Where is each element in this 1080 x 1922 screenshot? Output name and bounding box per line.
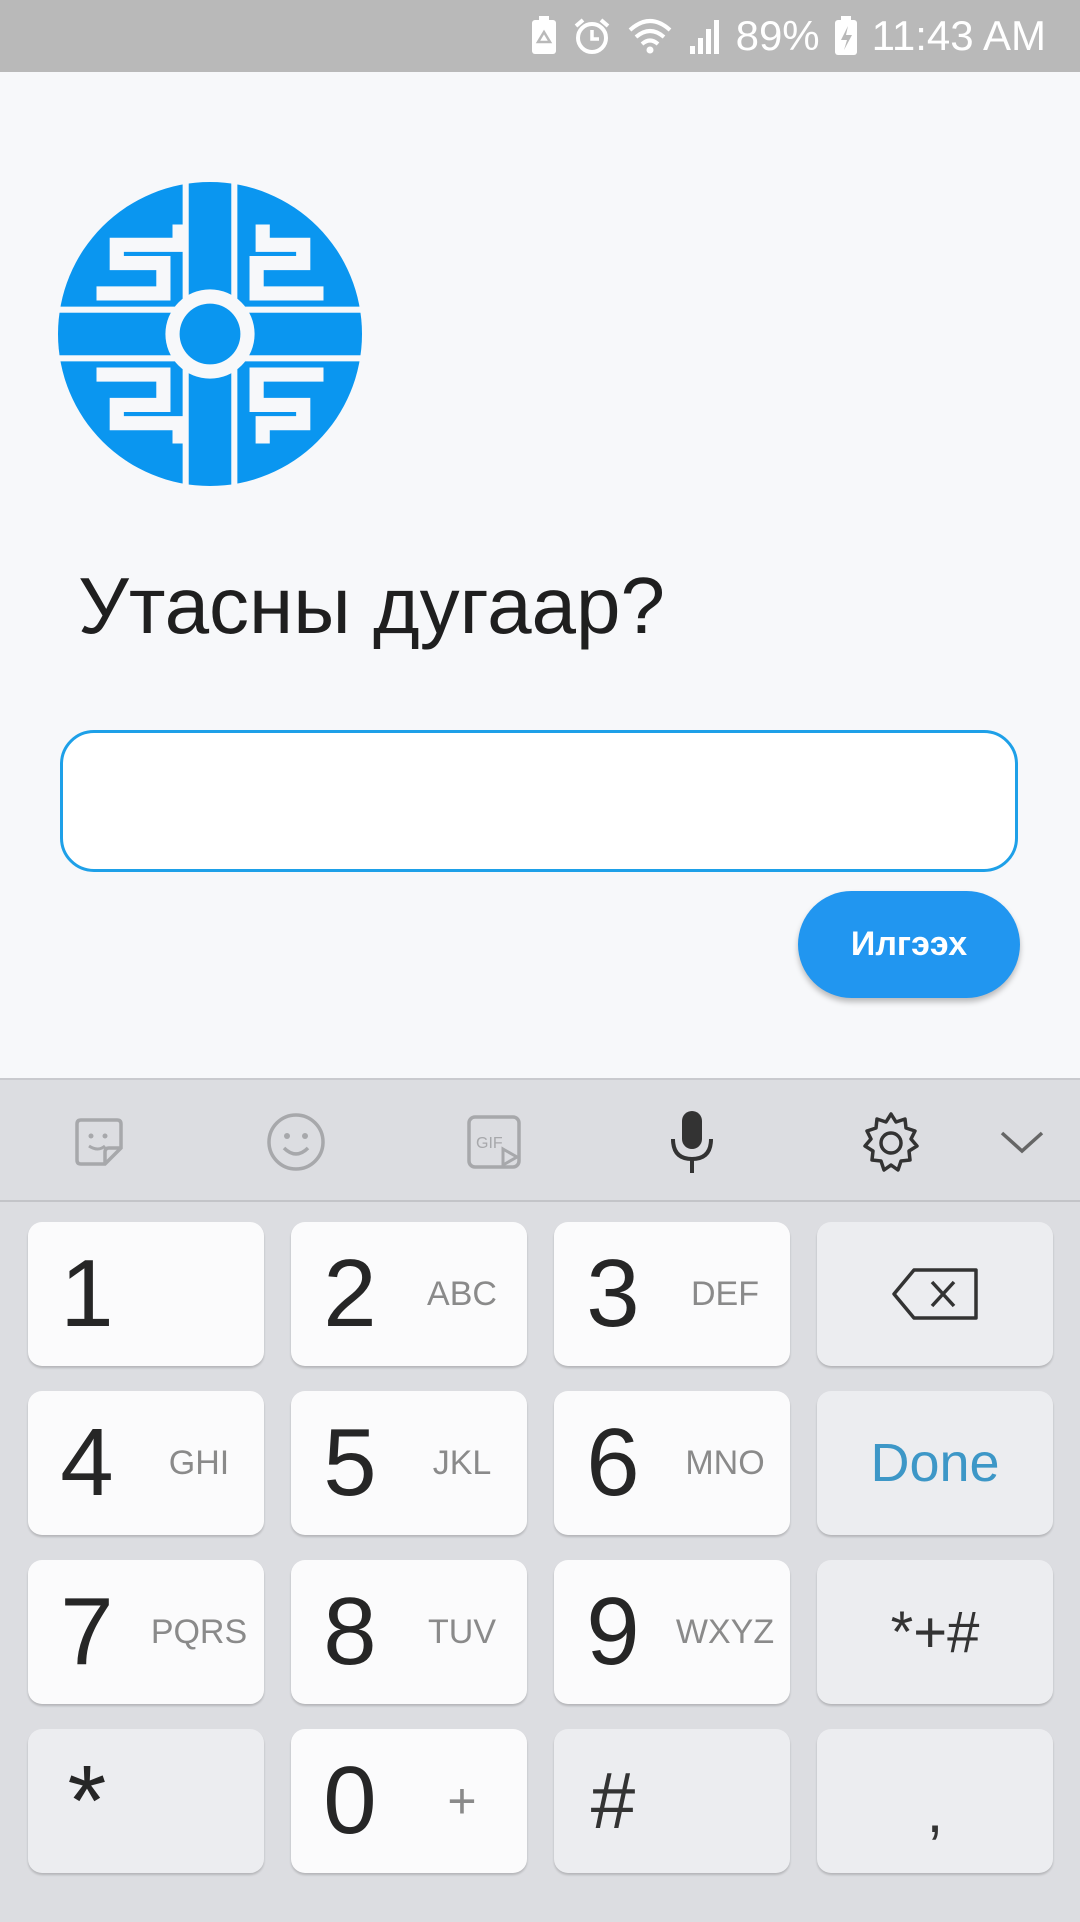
key-7[interactable]: 7 PQRS [28, 1560, 264, 1704]
key-digit: 0 [323, 1747, 377, 1854]
star-key[interactable]: * [28, 1729, 264, 1873]
key-1[interactable]: 1 [28, 1222, 264, 1366]
symbols-label: *+# [890, 1599, 980, 1665]
key-letters: JKL [432, 1443, 492, 1482]
key-9[interactable]: 9 WXYZ [554, 1560, 790, 1704]
key-letters: DEF [691, 1274, 759, 1313]
key-letters: + [447, 1773, 477, 1829]
emoji-icon[interactable] [264, 1110, 328, 1174]
page-title: Утасны дугаар? [78, 561, 666, 650]
key-digit: 4 [60, 1409, 114, 1516]
key-letters: ABC [427, 1274, 497, 1313]
keyboard-toolbar: GIF [0, 1080, 1080, 1202]
battery-charging-icon [834, 16, 858, 56]
key-8[interactable]: 8 TUV [291, 1560, 527, 1704]
key-6[interactable]: 6 MNO [554, 1391, 790, 1535]
key-letters: GHI [168, 1443, 230, 1482]
status-bar: 89% 11:43 AM [0, 0, 1080, 72]
signal-icon [688, 16, 722, 56]
key-digit: 2 [323, 1240, 377, 1347]
key-digit: 1 [60, 1240, 114, 1347]
numeric-keyboard: GIF 1 2 ABC 3 DEF 4 GHI 5 JKL 6 MNO Done… [0, 1078, 1080, 1922]
phone-number-input[interactable] [60, 730, 1018, 872]
battery-percent: 89% [735, 12, 820, 59]
sticker-icon[interactable] [67, 1110, 131, 1174]
key-digit: 7 [60, 1578, 114, 1685]
done-label: Done [870, 1433, 1000, 1493]
gif-label: GIF [476, 1135, 503, 1152]
hash-key[interactable]: # [554, 1729, 790, 1873]
alarm-icon [572, 16, 612, 56]
key-letters [146, 1222, 252, 1366]
key-digit: 5 [323, 1409, 377, 1516]
comma-label: , [926, 1777, 944, 1845]
clock: 11:43 AM [871, 12, 1046, 59]
wifi-icon [626, 16, 674, 56]
key-5[interactable]: 5 JKL [291, 1391, 527, 1535]
key-4[interactable]: 4 GHI [28, 1391, 264, 1535]
hash-label: # [590, 1756, 636, 1845]
send-button-label: Илгээх [850, 925, 968, 963]
backspace-key[interactable] [817, 1222, 1053, 1366]
key-letters: WXYZ [675, 1612, 775, 1651]
gear-icon[interactable] [859, 1110, 923, 1174]
backspace-icon [817, 1222, 1053, 1366]
key-letters: TUV [428, 1612, 496, 1651]
key-3[interactable]: 3 DEF [554, 1222, 790, 1366]
recycle-icon [530, 16, 558, 56]
key-digit: 6 [586, 1409, 640, 1516]
send-button[interactable]: Илгээх [798, 891, 1020, 998]
comma-key[interactable]: , [817, 1729, 1053, 1873]
key-letters: MNO [685, 1443, 765, 1482]
key-digit: 8 [323, 1578, 377, 1685]
microphone-icon[interactable] [660, 1110, 724, 1174]
gif-icon[interactable]: GIF [462, 1110, 526, 1174]
done-key[interactable]: Done [817, 1391, 1053, 1535]
brand-logo-icon [58, 182, 362, 486]
symbols-key[interactable]: *+# [817, 1560, 1053, 1704]
chevron-down-icon[interactable] [990, 1110, 1054, 1174]
key-2[interactable]: 2 ABC [291, 1222, 527, 1366]
key-digit: 3 [586, 1240, 640, 1347]
key-0[interactable]: 0 + [291, 1729, 527, 1873]
key-digit: 9 [586, 1578, 640, 1685]
key-letters: PQRS [150, 1612, 248, 1651]
star-label: * [67, 1744, 107, 1857]
